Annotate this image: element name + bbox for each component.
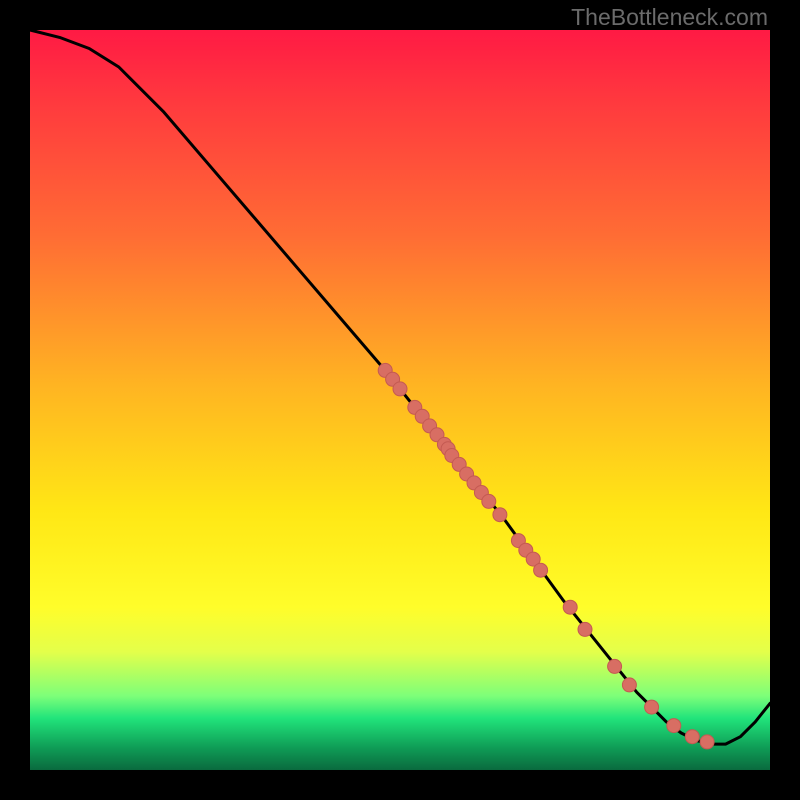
plot-area (30, 30, 770, 770)
watermark-text: TheBottleneck.com (571, 4, 768, 31)
data-point (393, 382, 407, 396)
data-point (578, 622, 592, 636)
data-point (608, 659, 622, 673)
data-point (482, 494, 496, 508)
data-point (563, 600, 577, 614)
data-point (622, 678, 636, 692)
data-point (700, 735, 714, 749)
data-point (667, 719, 681, 733)
chart-svg (30, 30, 770, 770)
data-point (645, 700, 659, 714)
data-point (534, 563, 548, 577)
data-point (493, 508, 507, 522)
data-point (685, 730, 699, 744)
chart-frame: TheBottleneck.com (0, 0, 800, 800)
scatter-dots (378, 363, 714, 749)
